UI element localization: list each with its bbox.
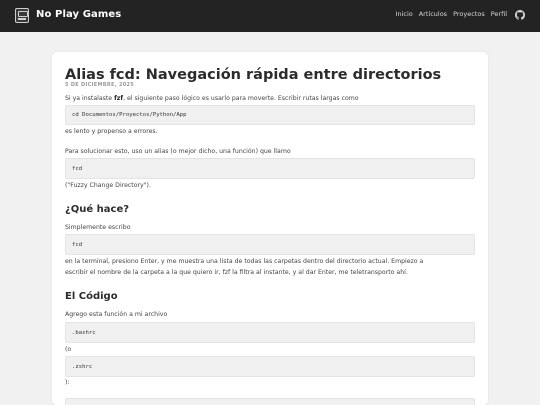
heading-el-codigo: El Código	[65, 291, 118, 302]
article-title: Alias fcd: Navegación rápida entre direc…	[65, 67, 442, 83]
paragraph-or: (o	[65, 346, 72, 353]
paragraph-explain-1: en la terminal, presiono Enter, y me mue…	[65, 258, 424, 265]
code-block-bashrc: .bashrc	[65, 322, 475, 343]
github-icon[interactable]	[515, 10, 525, 20]
article-card: Alias fcd: Navegación rápida entre direc…	[52, 52, 488, 405]
paragraph-add-function: Agrego esta función a mi archivo	[65, 311, 168, 318]
paragraph-simply: Simplemente escribo	[65, 224, 131, 231]
paragraph-solution: Para solucionar esto, uso un alias (o me…	[65, 148, 291, 155]
main-nav: Inicio Artículos Proyectos Perfil	[396, 10, 507, 18]
code-block-function	[65, 398, 475, 405]
site-brand[interactable]: No Play Games	[36, 9, 121, 20]
nav-link-articulos[interactable]: Artículos	[419, 10, 447, 18]
code-block-fcd-2: fcd	[65, 234, 475, 255]
paragraph-fuzzy: ("Fuzzy Change Directory").	[65, 182, 151, 189]
article-date: 5 DE DICIEMBRE, 2025	[65, 82, 135, 88]
paragraph-text: Si ya instalaste	[65, 95, 115, 102]
paragraph-explain-2: escribir el nombre de la carpeta a la qu…	[65, 269, 408, 276]
top-navbar: No Play Games Inicio Artículos Proyectos…	[0, 0, 540, 32]
nav-link-proyectos[interactable]: Proyectos	[453, 10, 485, 18]
nav-link-inicio[interactable]: Inicio	[396, 10, 413, 18]
site-logo-icon[interactable]	[15, 8, 29, 23]
nav-link-perfil[interactable]: Perfil	[491, 10, 507, 18]
code-block-cd-path: cd Documentos/Proyectos/Python/App	[65, 105, 475, 125]
inline-bold-fzf: fzf	[114, 95, 124, 102]
paragraph-close: ):	[65, 379, 70, 386]
code-block-fcd: fcd	[65, 158, 475, 179]
paragraph-intro: Si ya instalaste fzf, el siguiente paso …	[65, 95, 359, 102]
paragraph-slow: es lento y propenso a errores.	[65, 128, 158, 135]
paragraph-text: , el siguiente paso lógico es usarlo par…	[123, 95, 359, 102]
heading-que-hace: ¿Qué hace?	[65, 204, 130, 215]
code-block-zshrc: .zshrc	[65, 356, 475, 377]
